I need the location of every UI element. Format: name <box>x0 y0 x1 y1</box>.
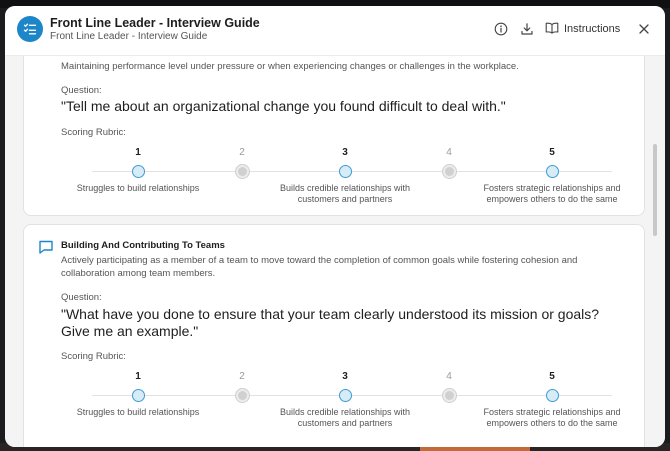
modal-subtitle: Front Line Leader - Interview Guide <box>50 31 208 42</box>
rubric-label: Scoring Rubric: <box>61 127 126 138</box>
rubric-score-3: 3 <box>342 147 348 158</box>
rubric-point-4[interactable] <box>442 165 456 178</box>
instructions-button[interactable]: Instructions <box>545 19 620 39</box>
rubric-desc-1: Struggles to build relationships <box>76 183 200 193</box>
rubric-label: Scoring Rubric: <box>61 351 126 362</box>
rubric-point-2[interactable] <box>235 165 249 178</box>
rubric-point-5[interactable] <box>545 389 559 402</box>
scoring-rubric: 1 Struggles to build relationships 2 3 B… <box>24 147 646 207</box>
rubric-point-3[interactable] <box>338 389 352 402</box>
rubric-score-3: 3 <box>342 371 348 382</box>
guide-content[interactable]: Maintaining performance level under pres… <box>5 56 665 447</box>
rubric-point-5[interactable] <box>545 165 559 178</box>
rubric-score-4: 4 <box>446 147 452 158</box>
rubric-point-3[interactable] <box>338 165 352 178</box>
modal-title: Front Line Leader - Interview Guide <box>50 16 260 30</box>
question-label: Question: <box>61 292 102 303</box>
question-text: "What have you done to ensure that your … <box>61 306 600 339</box>
checklist-icon <box>17 16 43 42</box>
competency-description: Actively participating as a member of a … <box>61 255 578 279</box>
rubric-track <box>92 395 612 396</box>
competency-card: Maintaining performance level under pres… <box>23 56 645 216</box>
rubric-point-4[interactable] <box>442 389 456 402</box>
info-icon[interactable] <box>493 21 509 37</box>
modal-header: Front Line Leader - Interview Guide Fron… <box>5 6 665 56</box>
rubric-score-1: 1 <box>135 147 141 158</box>
question-label: Question: <box>61 85 102 96</box>
rubric-score-4: 4 <box>446 371 452 382</box>
rubric-desc-5: Fosters strategic relationships and empo… <box>483 183 621 204</box>
rubric-score-2: 2 <box>239 371 245 382</box>
rubric-point-1[interactable] <box>131 165 145 178</box>
download-icon[interactable] <box>519 21 535 37</box>
rubric-desc-1: Struggles to build relationships <box>76 407 200 417</box>
competency-card: Building And Contributing To Teams Activ… <box>23 224 645 447</box>
rubric-desc-5: Fosters strategic relationships and empo… <box>483 407 621 428</box>
rubric-track <box>92 171 612 172</box>
scrollbar-track[interactable] <box>652 56 658 447</box>
rubric-score-1: 1 <box>135 371 141 382</box>
instructions-label: Instructions <box>564 23 621 35</box>
backdrop-accent <box>420 447 530 451</box>
scrollbar-thumb[interactable] <box>653 144 657 236</box>
chat-bubble-icon <box>38 239 54 255</box>
question-text: "Tell me about an organizational change … <box>61 98 506 114</box>
rubric-score-5: 5 <box>549 371 555 382</box>
rubric-point-1[interactable] <box>131 389 145 402</box>
competency-description: Maintaining performance level under pres… <box>61 61 519 72</box>
interview-guide-modal: Front Line Leader - Interview Guide Fron… <box>5 6 665 447</box>
rubric-score-2: 2 <box>239 147 245 158</box>
book-icon <box>545 22 559 37</box>
rubric-desc-3: Builds credible relationships with custo… <box>279 183 411 204</box>
close-icon[interactable] <box>635 20 653 38</box>
scoring-rubric: 1 Struggles to build relationships 2 3 B… <box>24 371 646 431</box>
rubric-point-2[interactable] <box>235 389 249 402</box>
competency-title: Building And Contributing To Teams <box>61 240 225 251</box>
rubric-score-5: 5 <box>549 147 555 158</box>
rubric-desc-3: Builds credible relationships with custo… <box>279 407 411 428</box>
